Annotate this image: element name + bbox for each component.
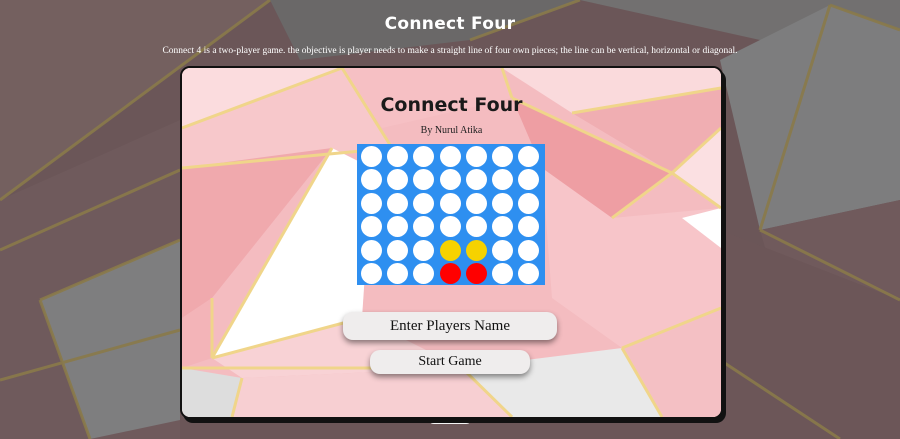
- board-slot[interactable]: [492, 169, 513, 191]
- board-slot[interactable]: [413, 263, 435, 284]
- yellow-piece[interactable]: [439, 239, 461, 261]
- board-slot[interactable]: [361, 169, 382, 191]
- board-slot[interactable]: [361, 192, 382, 214]
- board-slot[interactable]: [413, 192, 435, 214]
- game-card: Connect Four By Nurul Atika Enter Player…: [180, 66, 723, 419]
- board-slot[interactable]: [413, 146, 435, 167]
- board-slot[interactable]: [465, 216, 487, 238]
- board-slot[interactable]: [387, 216, 409, 238]
- board-slot[interactable]: [361, 216, 382, 238]
- board-slot[interactable]: [361, 146, 382, 167]
- board-slot[interactable]: [492, 239, 513, 261]
- yellow-piece[interactable]: [465, 239, 487, 261]
- board-slot[interactable]: [439, 216, 461, 238]
- board-slot[interactable]: [387, 239, 409, 261]
- game-board[interactable]: [357, 144, 545, 285]
- board-slot[interactable]: [361, 263, 382, 284]
- board-slot[interactable]: [465, 192, 487, 214]
- board-slot[interactable]: [518, 192, 540, 214]
- board-slot[interactable]: [518, 216, 540, 238]
- board-slot[interactable]: [387, 263, 409, 284]
- board-slot[interactable]: [413, 169, 435, 191]
- board-slot[interactable]: [387, 192, 409, 214]
- start-game-button[interactable]: Start Game: [370, 350, 530, 374]
- board-slot[interactable]: [518, 146, 540, 167]
- board-slot[interactable]: [387, 146, 409, 167]
- board-slot[interactable]: [518, 263, 540, 284]
- board-slot[interactable]: [439, 192, 461, 214]
- board-slot[interactable]: [518, 239, 540, 261]
- board-slot[interactable]: [492, 146, 513, 167]
- enter-players-name-button[interactable]: Enter Players Name: [343, 312, 557, 340]
- board-slot[interactable]: [518, 169, 540, 191]
- board-slot[interactable]: [465, 146, 487, 167]
- author-credit: By Nurul Atika: [420, 125, 483, 136]
- board-slot[interactable]: [492, 216, 513, 238]
- board-slot[interactable]: [465, 169, 487, 191]
- board-slot[interactable]: [387, 169, 409, 191]
- board-slot[interactable]: [492, 192, 513, 214]
- board-slot[interactable]: [413, 239, 435, 261]
- page-title: Connect Four: [384, 14, 516, 34]
- game-description: Connect 4 is a two-player game. the obje…: [162, 46, 738, 56]
- board-slot[interactable]: [361, 239, 382, 261]
- board-slot[interactable]: [439, 169, 461, 191]
- board-slot[interactable]: [439, 146, 461, 167]
- board-slot[interactable]: [413, 216, 435, 238]
- red-piece[interactable]: [465, 263, 487, 284]
- board-slot[interactable]: [492, 263, 513, 284]
- game-title: Connect Four: [380, 94, 523, 116]
- red-piece[interactable]: [439, 263, 461, 284]
